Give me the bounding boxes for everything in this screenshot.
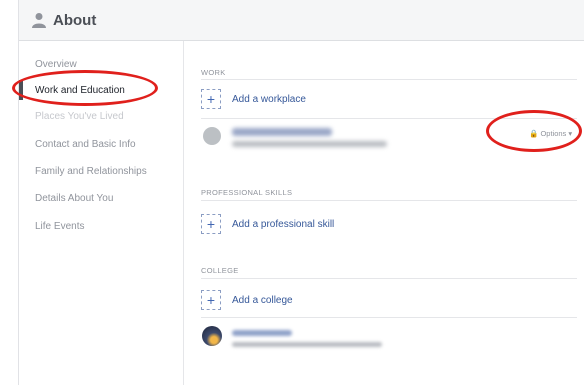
sidebar-item-places-lived[interactable]: Places You've Lived	[35, 111, 124, 122]
sidebar-item-life-events[interactable]: Life Events	[35, 221, 84, 232]
add-skill-link[interactable]: Add a professional skill	[232, 219, 334, 230]
add-college-link[interactable]: Add a college	[232, 295, 293, 306]
sidebar-item-contact-info[interactable]: Contact and Basic Info	[35, 139, 136, 150]
college-name-blurred	[232, 330, 292, 336]
about-content: WORK + Add a workplace 🔒 Options ▾ PROFE…	[184, 41, 584, 385]
add-skill-icon[interactable]: +	[201, 214, 221, 234]
add-college-icon[interactable]: +	[201, 290, 221, 310]
college-section-title: COLLEGE	[201, 266, 239, 275]
highlight-ring-options	[486, 110, 582, 152]
college-detail-blurred	[232, 342, 382, 347]
sidebar-item-overview[interactable]: Overview	[35, 59, 77, 70]
sidebar-item-family-relationships[interactable]: Family and Relationships	[35, 166, 147, 177]
add-workplace-icon[interactable]: +	[201, 89, 221, 109]
skills-section-title: PROFESSIONAL SKILLS	[201, 188, 293, 197]
workplace-name-blurred	[232, 128, 332, 136]
about-header: About	[19, 0, 584, 41]
highlight-ring-work-education	[12, 70, 158, 106]
divider	[201, 278, 577, 279]
college-photo	[202, 326, 222, 346]
divider	[201, 317, 577, 318]
divider	[201, 79, 577, 80]
work-section-title: WORK	[201, 68, 226, 77]
sidebar-item-details-about-you[interactable]: Details About You	[35, 193, 113, 204]
person-icon	[31, 12, 47, 33]
workplace-detail-blurred	[232, 141, 387, 147]
about-page: About Overview Work and Education Places…	[18, 0, 584, 385]
page-title: About	[53, 12, 97, 29]
workplace-logo	[203, 127, 221, 145]
divider	[201, 200, 577, 201]
add-workplace-link[interactable]: Add a workplace	[232, 94, 306, 105]
